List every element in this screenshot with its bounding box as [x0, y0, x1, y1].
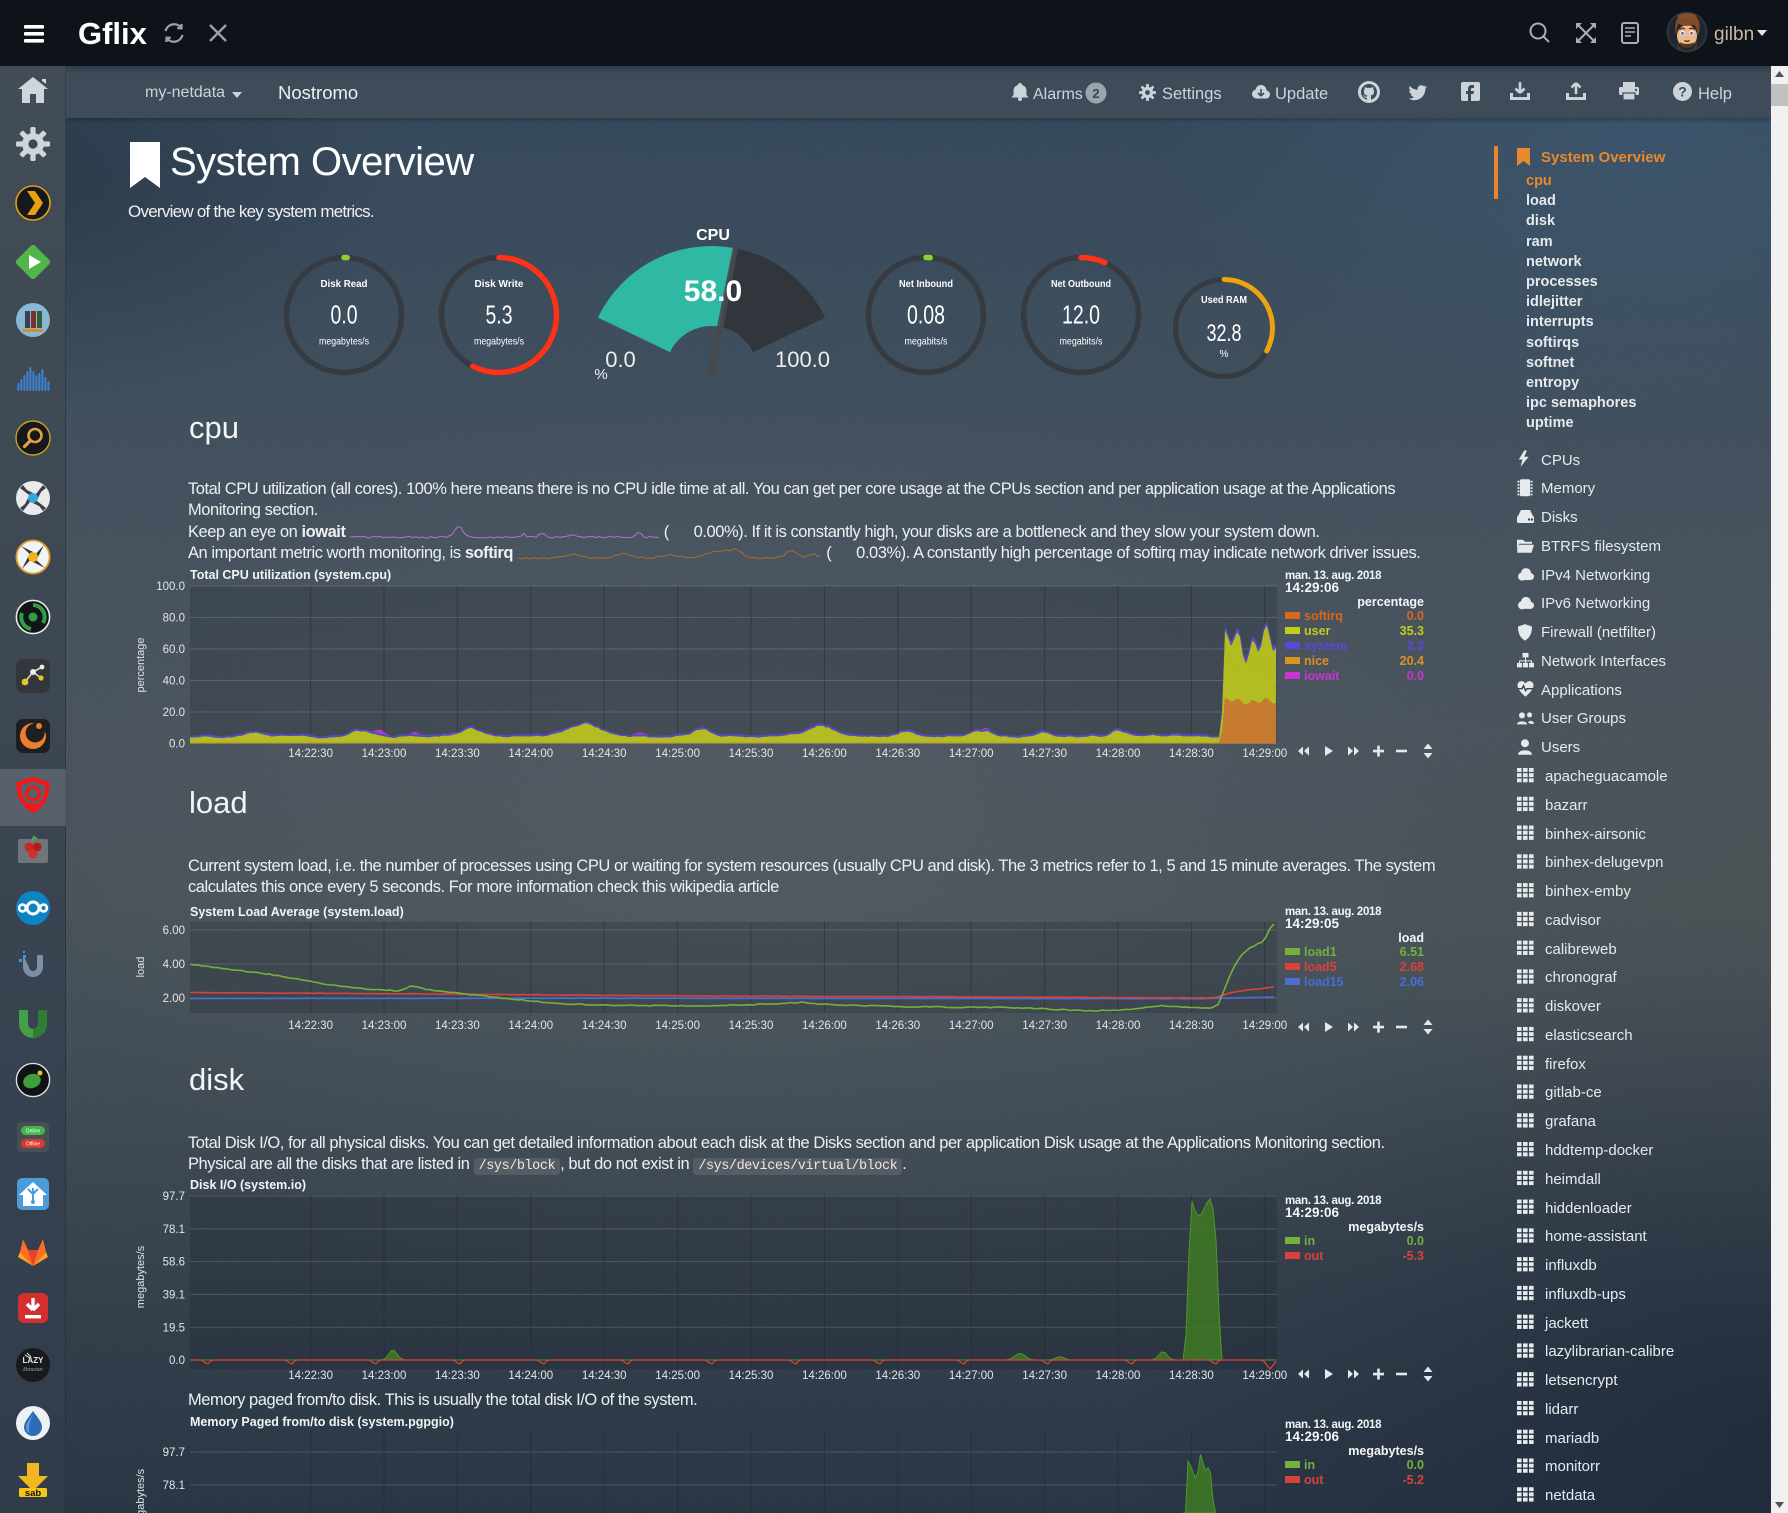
svg-text:librarian: librarian [23, 1367, 43, 1373]
svg-text:Online: Online [26, 1129, 41, 1135]
svg-text:sab: sab [25, 1488, 42, 1499]
svg-text:Help: Help [1698, 85, 1732, 103]
svg-text:gilbn: gilbn [1714, 24, 1754, 45]
svg-text:?: ? [1678, 84, 1687, 100]
svg-text:Offline: Offline [26, 1142, 41, 1148]
svg-text:Alarms: Alarms [1033, 86, 1083, 103]
svg-text:Settings: Settings [1162, 85, 1222, 103]
svg-text:Update: Update [1275, 85, 1328, 103]
svg-text:2: 2 [1092, 86, 1099, 101]
svg-text:LAZY: LAZY [23, 1356, 45, 1365]
svg-text:Gflix: Gflix [78, 16, 148, 51]
